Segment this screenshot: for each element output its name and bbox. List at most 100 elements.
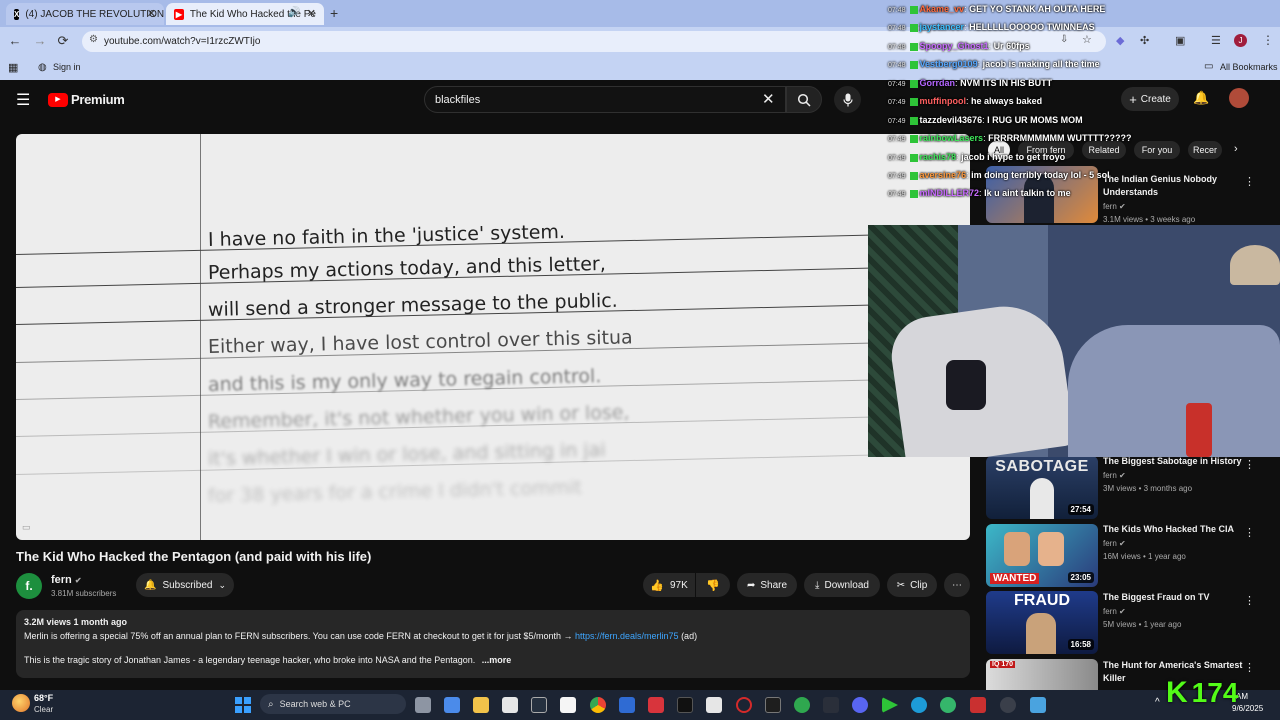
speaker-icon[interactable]: 🔊 [288, 7, 300, 18]
copilot-icon[interactable] [444, 697, 460, 713]
hamburger-menu-icon[interactable]: ☰ [16, 90, 30, 110]
subtitle-icon[interactable]: ▭ [22, 522, 31, 533]
windows-start-icon[interactable] [235, 697, 251, 713]
chat-username: rachis78 [919, 152, 957, 162]
search-input[interactable]: blackfiles ✕ [424, 86, 786, 113]
rec-meta: 5M views • 1 year ago [1103, 620, 1182, 629]
sign-in-link[interactable]: Sign in [53, 62, 81, 72]
reload-icon[interactable]: ⟳ [54, 33, 72, 49]
rec-more-icon[interactable]: ⋮ [1244, 458, 1255, 471]
edge-icon[interactable] [911, 697, 927, 713]
rec-thumbnail[interactable]: IQ 170 [986, 659, 1098, 690]
notifications-bell-icon[interactable]: 🔔 [1193, 90, 1209, 106]
app-icon[interactable] [531, 697, 547, 713]
download-label: Download [824, 579, 869, 591]
chrome-icon[interactable] [590, 697, 606, 713]
app-icon[interactable] [823, 697, 839, 713]
download-button[interactable]: ⤓ Download [804, 573, 880, 597]
account-avatar[interactable] [1229, 88, 1249, 108]
puzzle-icon[interactable]: ✣ [1140, 34, 1149, 47]
taskbar-search[interactable]: ⌕ Search web & PC [260, 694, 406, 714]
create-button[interactable]: + Create [1121, 87, 1179, 111]
settings-icon[interactable] [1000, 697, 1016, 713]
letter-line: and this is my only way to regain contro… [207, 365, 602, 396]
verified-icon: ✔ [74, 576, 82, 585]
tray-chevron-icon[interactable]: ^ [1155, 697, 1160, 708]
chat-message: 07:49 aversine76: im doing terribly today… [888, 170, 1110, 180]
all-bookmarks-link[interactable]: All Bookmarks [1220, 62, 1278, 72]
thumbnail-text: WANTED [990, 573, 1040, 584]
youtube-premium-logo[interactable]: ▶ Premium [48, 92, 125, 107]
rec-thumbnail[interactable]: WANTED 23:05 [986, 524, 1098, 587]
rec-thumbnail[interactable]: FRAUD 16:58 [986, 591, 1098, 654]
chat-username: Vestberg0109 [919, 59, 978, 69]
chip-for-you[interactable]: For you [1134, 141, 1180, 159]
rec-more-icon[interactable]: ⋮ [1244, 526, 1255, 539]
more-actions-button[interactable]: ⋯ [944, 573, 970, 597]
rec-more-icon[interactable]: ⋮ [1244, 661, 1255, 674]
rec-more-icon[interactable]: ⋮ [1244, 594, 1255, 607]
rec-channel[interactable]: fern ✔ [1103, 471, 1126, 480]
browser-tab-youtube[interactable]: ▶ The Kid Who Hacked the Pe 🔊 ✕ [166, 3, 324, 25]
promo-link[interactable]: https://fern.deals/merlin75 [575, 631, 679, 641]
site-info-icon[interactable]: ⚙ [89, 34, 98, 45]
browser-tab-x[interactable]: X (4) JACOB THE REVOLUTIONARY ✕ [6, 3, 164, 25]
rec-thumbnail[interactable]: SABOTAGE 27:54 [986, 456, 1098, 519]
rec-title[interactable]: The Indian Genius Nobody Understands [1103, 173, 1248, 199]
app-icon[interactable] [706, 697, 722, 713]
rec-more-icon[interactable]: ⋮ [1244, 175, 1255, 188]
video-description[interactable]: 3.2M views 1 month ago Merlin is offerin… [16, 610, 970, 678]
chip-recent[interactable]: Recer [1188, 141, 1222, 159]
forward-arrow-icon[interactable]: → [31, 33, 49, 48]
clear-search-icon[interactable]: ✕ [762, 90, 775, 108]
document-icon[interactable] [560, 697, 576, 713]
apps-grid-icon[interactable]: ▦ [8, 61, 18, 74]
close-icon[interactable]: ✕ [147, 7, 156, 20]
store-icon[interactable] [502, 697, 518, 713]
chevron-right-icon[interactable]: › [1234, 143, 1238, 155]
weather-desc: Clear [34, 705, 54, 714]
clip-button[interactable]: ✂ Clip [887, 573, 937, 597]
new-tab-plus-icon[interactable]: + [330, 5, 338, 21]
discord-icon[interactable] [852, 697, 868, 713]
app-icon[interactable] [970, 697, 986, 713]
rec-title[interactable]: The Biggest Fraud on TV [1103, 591, 1248, 604]
app-icon[interactable] [619, 697, 635, 713]
extension-icon[interactable]: ◆ [1116, 34, 1124, 47]
tab-search-icon[interactable]: ☰ [1211, 34, 1221, 47]
rec-title[interactable]: The Kids Who Hacked The CIA [1103, 523, 1248, 536]
back-arrow-icon[interactable]: ← [6, 33, 24, 48]
subscribed-button[interactable]: 🔔 Subscribed ⌄ [136, 573, 234, 597]
rec-channel[interactable]: fern ✔ [1103, 202, 1126, 211]
xbox-icon[interactable] [794, 697, 810, 713]
share-button[interactable]: ➦ Share [737, 573, 797, 597]
rec-channel[interactable]: fern ✔ [1103, 539, 1126, 548]
install-icon[interactable]: ⇩ [1060, 34, 1068, 45]
chair-panel [946, 360, 986, 410]
opera-icon[interactable] [736, 697, 752, 713]
video-player[interactable]: I have no faith in the 'justice' system.… [16, 134, 970, 540]
notepad-icon[interactable] [1030, 697, 1046, 713]
close-icon[interactable]: ✕ [307, 7, 316, 20]
channel-avatar[interactable]: f. [16, 573, 42, 599]
profile-avatar[interactable]: J [1234, 34, 1247, 47]
search-button[interactable] [786, 86, 822, 113]
weather-icon[interactable] [12, 694, 30, 712]
app-icon[interactable] [648, 697, 664, 713]
channel-name[interactable]: fern ✔ [51, 574, 82, 586]
star-icon[interactable]: ☆ [1082, 33, 1092, 46]
task-view-icon[interactable] [415, 697, 431, 713]
split-view-icon[interactable]: ▣ [1175, 34, 1185, 47]
dislike-button[interactable]: 👎 [696, 573, 730, 597]
app-icon[interactable] [940, 697, 956, 713]
tiktok-icon[interactable] [677, 697, 693, 713]
chip-related[interactable]: Related [1082, 141, 1126, 159]
file-explorer-icon[interactable] [473, 697, 489, 713]
like-button[interactable]: 👍 97K [643, 573, 695, 597]
epic-games-icon[interactable] [765, 697, 781, 713]
voice-search-button[interactable] [834, 86, 861, 113]
search-icon [797, 93, 811, 107]
more-link[interactable]: ...more [482, 655, 512, 665]
rec-channel[interactable]: fern ✔ [1103, 607, 1126, 616]
menu-dots-icon[interactable]: ⋮ [1262, 33, 1274, 47]
